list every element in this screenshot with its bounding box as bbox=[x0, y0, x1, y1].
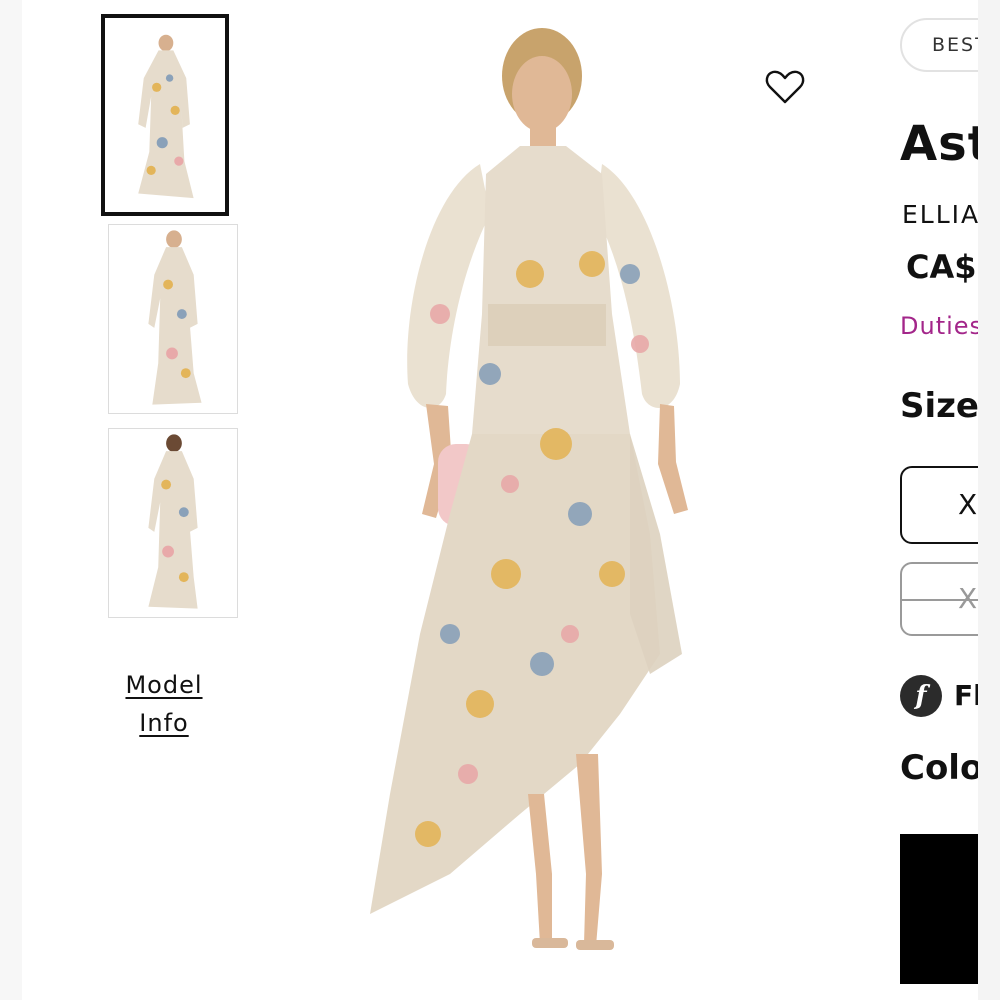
model-info-line-1: Model bbox=[125, 671, 203, 699]
strikethrough-line bbox=[902, 599, 978, 601]
thumbnail-dress-figure bbox=[148, 434, 198, 609]
product-info-panel: BEST Ast ELLIA CA$ Duties Sizes X X f Fl… bbox=[900, 0, 978, 1000]
sizes-heading: Sizes bbox=[900, 386, 978, 426]
thumbnail-side-view[interactable] bbox=[108, 224, 238, 414]
thumbnail-dress-figure bbox=[138, 34, 194, 199]
thumbnail-dress-figure bbox=[148, 230, 202, 405]
model-info-link[interactable]: Model Info bbox=[104, 666, 224, 742]
page-margin-right bbox=[978, 0, 1000, 1000]
size-option-button-unavailable[interactable]: X bbox=[900, 562, 978, 636]
thumbnail-back-view[interactable] bbox=[108, 428, 238, 618]
product-price: CA$ bbox=[906, 248, 977, 286]
duties-note[interactable]: Duties bbox=[900, 312, 978, 340]
thumbnail-front-view[interactable] bbox=[101, 14, 229, 216]
flex-pay-icon: f bbox=[900, 675, 942, 717]
main-product-image bbox=[370, 28, 688, 950]
model-info-line-2: Info bbox=[139, 709, 189, 737]
color-swatch-black[interactable] bbox=[900, 834, 978, 984]
size-option-label: X bbox=[958, 488, 978, 521]
product-brand[interactable]: ELLIA bbox=[902, 200, 978, 229]
color-heading: Colo bbox=[900, 748, 978, 788]
heart-outline-icon[interactable] bbox=[764, 66, 806, 108]
page-margin-left bbox=[0, 0, 22, 1000]
flex-pay-text: Fl bbox=[954, 679, 978, 712]
size-option-button[interactable]: X bbox=[900, 466, 978, 544]
bestseller-badge: BEST bbox=[900, 18, 978, 72]
product-title: Ast bbox=[900, 116, 978, 172]
